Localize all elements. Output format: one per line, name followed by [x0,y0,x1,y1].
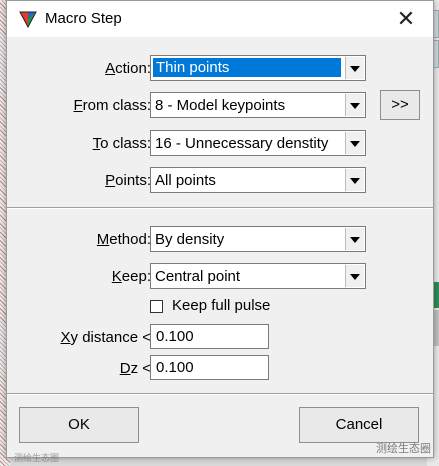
close-icon: ✕ [396,6,416,31]
from-class-value: 8 - Model keypoints [155,97,286,114]
chevron-down-icon[interactable] [345,94,364,116]
action-label: Action: [105,60,151,77]
watermark: 测绘生态圈 [376,443,431,455]
keep-row: Keep: Central point [7,263,433,291]
xy-distance-label: Xy distance < [60,329,151,346]
dz-label: Dz < [119,360,151,377]
keep-select[interactable]: Central point [150,263,366,289]
separator [7,207,433,209]
from-class-label: From class: [73,97,151,114]
action-select[interactable]: Thin points [150,55,366,81]
watermark-left: 测绘生态圈 [14,453,60,463]
points-select[interactable]: All points [150,167,366,193]
from-class-select[interactable]: 8 - Model keypoints [150,92,366,118]
to-class-value: 16 - Unnecessary denstity [155,135,329,152]
method-value: By density [155,231,225,248]
action-value: Thin points [153,58,341,77]
method-row: Method: By density [7,226,433,254]
keep-label: Keep: [111,268,151,285]
close-button[interactable]: ✕ [393,6,419,32]
dz-input[interactable] [150,355,269,380]
keep-full-pulse-row: Keep full pulse [7,296,433,316]
macro-step-dialog: Macro Step ✕ Action: Thin points From cl… [6,0,434,458]
more-button[interactable]: >> [380,90,420,120]
points-row: Points: All points [7,167,433,195]
terrasolid-triangle-icon [19,11,37,28]
to-class-row: To class: 16 - Unnecessary denstity [7,130,433,158]
dz-row: Dz < [7,355,433,383]
dialog-title: Macro Step [45,10,122,27]
title-bar: Macro Step ✕ [7,1,433,37]
points-value: All points [155,172,216,189]
chevron-down-icon[interactable] [345,57,364,79]
to-class-label: To class: [92,135,151,152]
method-label: Method: [96,231,151,248]
keep-full-pulse-label[interactable]: Keep full pulse [172,297,270,314]
chevron-down-icon[interactable] [345,228,364,250]
ok-button[interactable]: OK [19,407,139,443]
chevron-down-icon[interactable] [345,265,364,287]
chevron-down-icon[interactable] [345,132,364,154]
to-class-select[interactable]: 16 - Unnecessary denstity [150,130,366,156]
cancel-button[interactable]: Cancel [299,407,419,443]
points-label: Points: [105,172,151,189]
xy-distance-row: Xy distance < [7,324,433,352]
method-select[interactable]: By density [150,226,366,252]
from-class-row: From class: 8 - Model keypoints >> [7,90,433,120]
xy-distance-input[interactable] [150,324,269,349]
action-row: Action: Thin points [7,55,433,83]
keep-full-pulse-checkbox[interactable] [150,300,163,313]
chevron-down-icon[interactable] [345,169,364,191]
keep-value: Central point [155,268,241,285]
separator [7,393,433,395]
